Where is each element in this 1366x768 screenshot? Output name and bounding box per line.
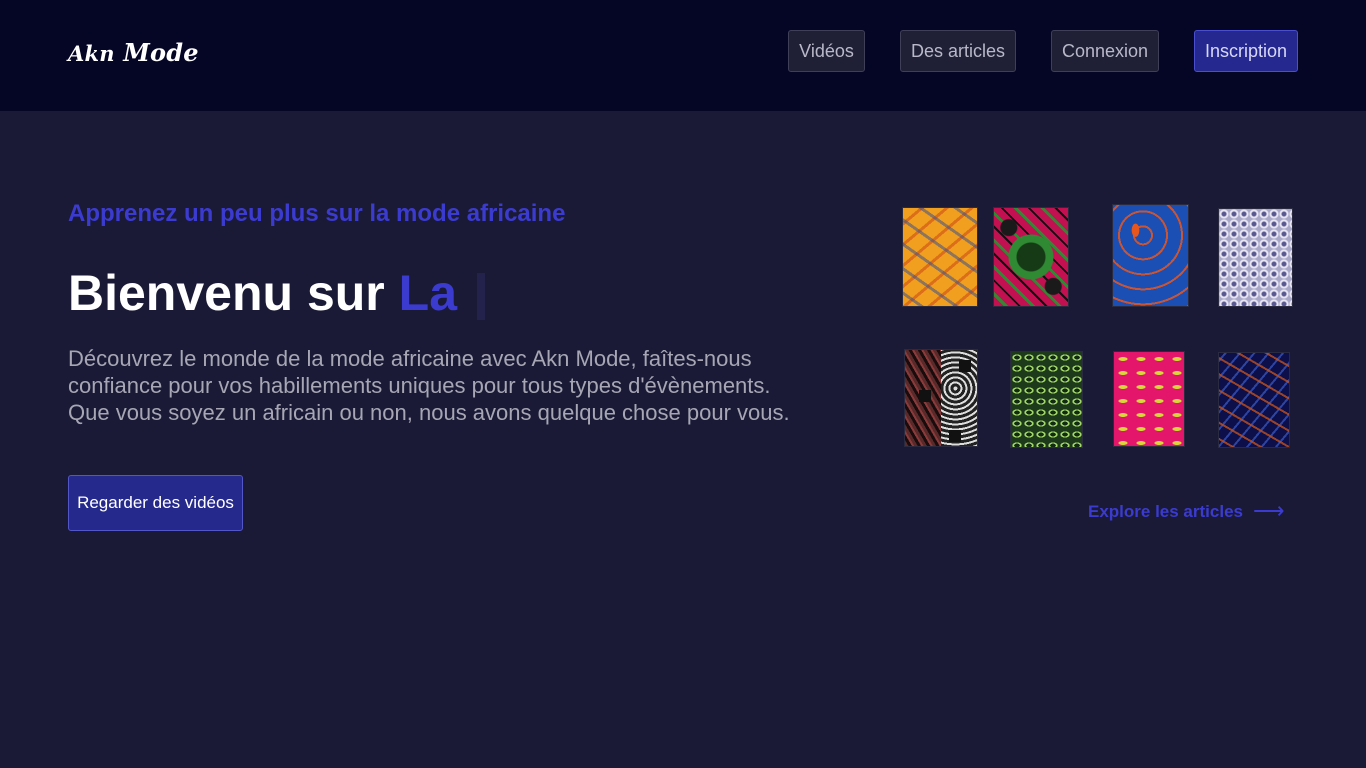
typing-cursor xyxy=(477,273,485,320)
fabric-image[interactable] xyxy=(1010,351,1083,448)
watch-videos-button[interactable]: Regarder des vidéos xyxy=(68,475,243,531)
fabric-image[interactable] xyxy=(904,349,978,447)
fabric-image[interactable] xyxy=(1113,351,1185,447)
hero-description: Découvrez le monde de la mode africaine … xyxy=(68,346,790,425)
brand-logo[interactable]: Akn Mode xyxy=(68,38,199,67)
hero-eyebrow: Apprenez un peu plus sur la mode africai… xyxy=(68,200,566,227)
explore-articles-label: Explore les articles xyxy=(1088,502,1243,521)
brand-name-part2: Mode xyxy=(123,38,199,67)
nav-articles-button[interactable]: Des articles xyxy=(900,30,1016,72)
hero-title-prefix: Bienvenu sur xyxy=(68,265,385,321)
fabric-image[interactable] xyxy=(993,207,1069,307)
nav-signup-button[interactable]: Inscription xyxy=(1194,30,1298,72)
fabric-image[interactable] xyxy=(1218,352,1290,448)
fabric-image[interactable] xyxy=(902,207,978,307)
top-navbar: Akn Mode Vidéos Des articles Connexion I… xyxy=(0,0,1366,111)
hero-title: Bienvenu sur La xyxy=(68,264,457,322)
arrow-right-icon: ⟶ xyxy=(1252,498,1285,523)
fabric-image[interactable] xyxy=(1218,208,1293,307)
brand-name-part1: Akn xyxy=(68,41,115,66)
explore-articles-link[interactable]: Explore les articles ⟶ xyxy=(1088,498,1285,524)
nav-login-button[interactable]: Connexion xyxy=(1051,30,1159,72)
fabric-image[interactable] xyxy=(1112,204,1189,307)
nav-videos-button[interactable]: Vidéos xyxy=(788,30,865,72)
hero-title-typed: La xyxy=(398,265,458,321)
